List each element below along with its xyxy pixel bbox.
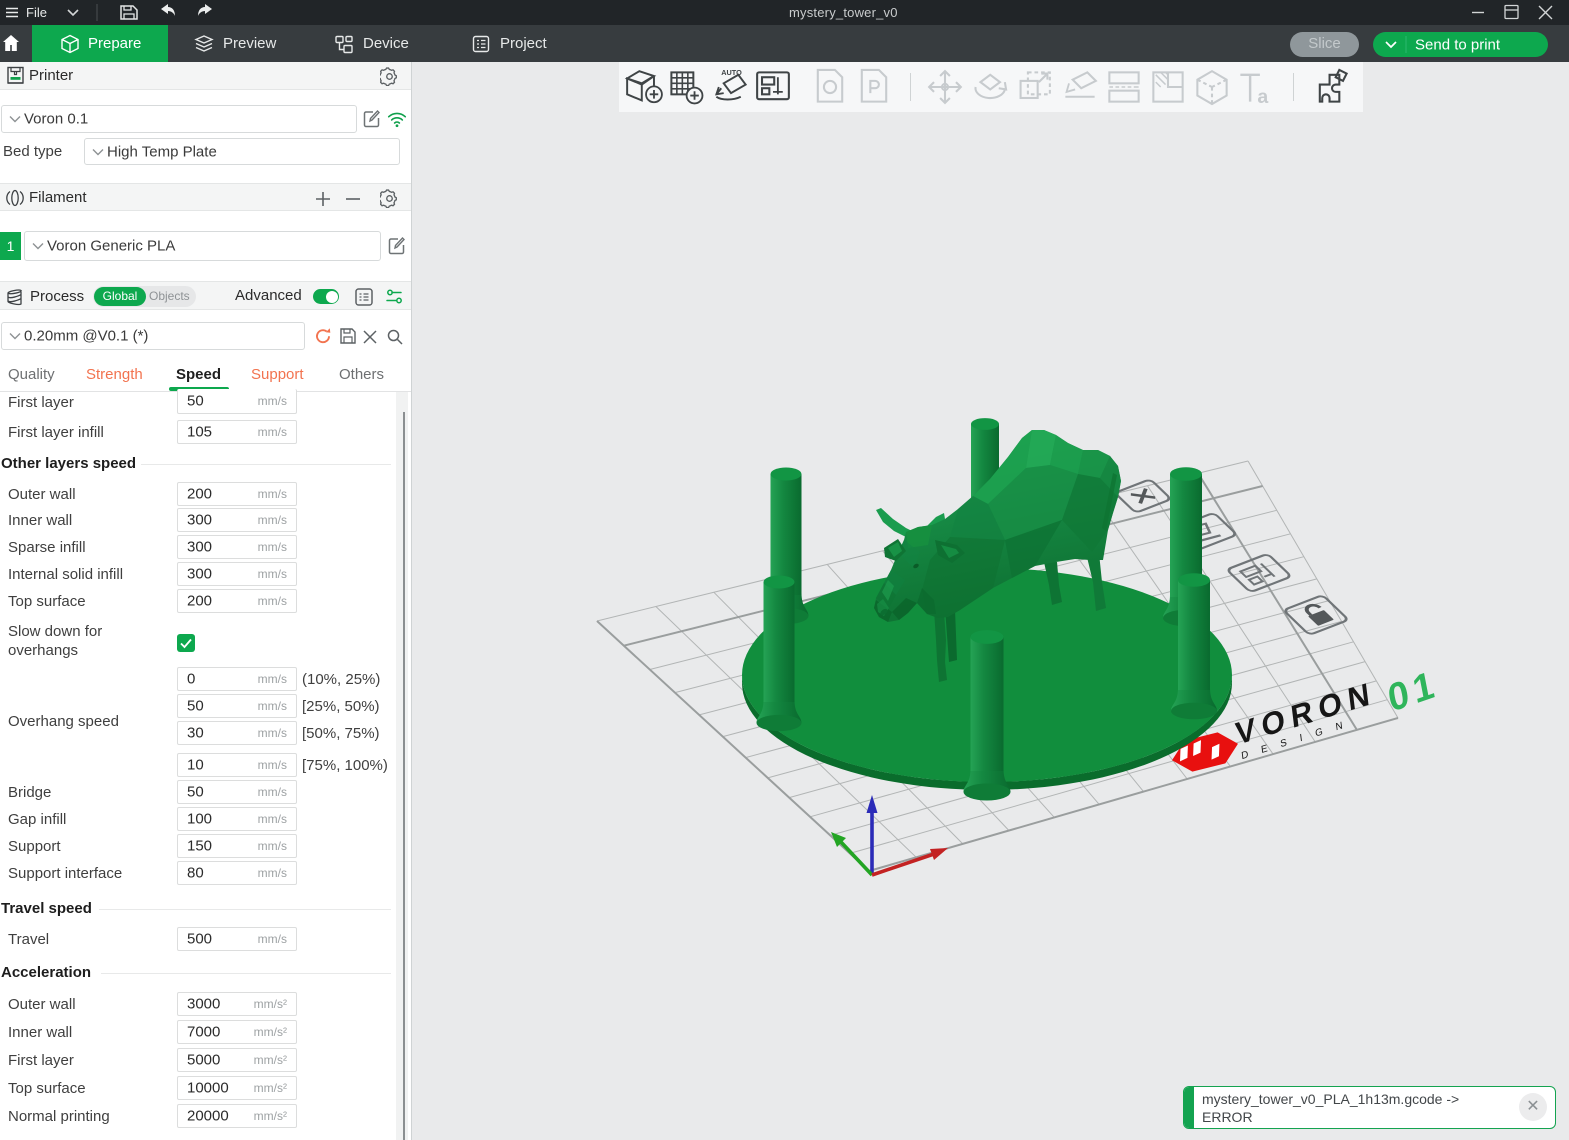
svg-text:AUTO: AUTO <box>721 68 742 77</box>
svg-text:a: a <box>1257 86 1268 107</box>
svg-text:File: File <box>26 5 47 20</box>
svg-text:01: 01 <box>1384 661 1442 720</box>
svg-text:Send to print: Send to print <box>1415 37 1501 54</box>
